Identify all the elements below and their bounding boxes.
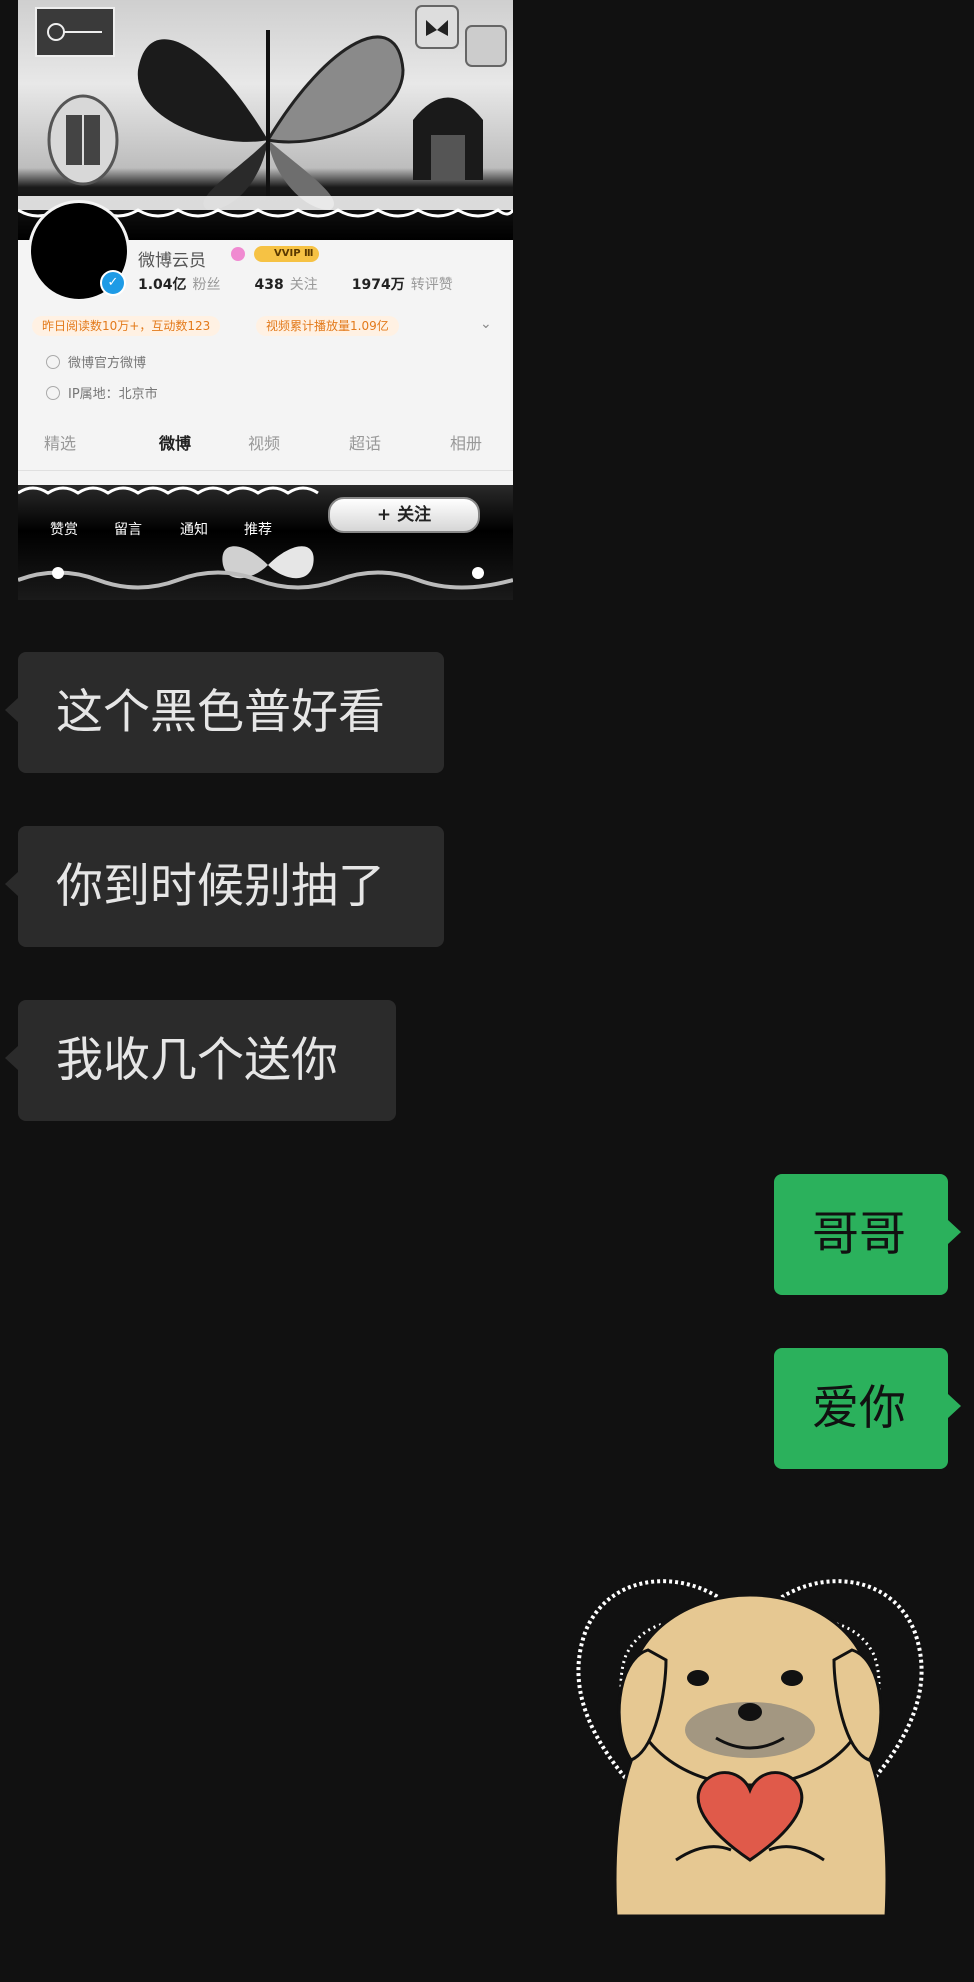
- following-count: 438: [254, 277, 284, 293]
- bubble-tail: [5, 698, 18, 722]
- profile-tabs: 精选 微博 视频 超话 相册: [18, 430, 513, 460]
- chevron-down-icon[interactable]: ⌄: [480, 316, 492, 332]
- message-bubble-incoming[interactable]: 你到时候别抽了: [18, 826, 444, 947]
- footer-tab-notice[interactable]: 通知: [180, 519, 208, 539]
- official-label: 微博官方微博: [68, 356, 147, 371]
- vip-badge: VVIP Ⅲ: [254, 246, 320, 262]
- message-bubble-incoming[interactable]: 这个黑色普好看: [18, 652, 444, 773]
- tabs-divider: [18, 470, 513, 471]
- bubble-tail: [948, 1220, 961, 1244]
- engagement-count: 1974万: [351, 277, 405, 293]
- membership-icon: [231, 247, 245, 261]
- tab-video[interactable]: 视频: [248, 430, 280, 454]
- footer-tab-tip[interactable]: 赞赏: [50, 519, 78, 539]
- profile-name: 微博云员: [138, 251, 206, 271]
- verified-icon: ✓: [100, 270, 126, 296]
- dog-holding-heart-icon[interactable]: [556, 1560, 944, 1920]
- official-account-row: 微博官方微博: [46, 352, 146, 371]
- bubble-tail: [5, 1046, 18, 1070]
- tab-featured[interactable]: 精选: [44, 430, 76, 454]
- bubble-tail: [948, 1394, 961, 1418]
- bubble-tail: [5, 872, 18, 896]
- followers-label: 粉丝: [192, 277, 221, 293]
- ip-location-row: IP属地：北京市: [46, 383, 158, 402]
- ip-location: IP属地：北京市: [68, 387, 158, 402]
- footer-tab-message[interactable]: 留言: [114, 519, 142, 539]
- video-plays-highlight: 视频累计播放量1.09亿: [256, 316, 399, 336]
- engagement-label: 转评赞: [410, 277, 453, 293]
- following-label: 关注: [289, 277, 318, 293]
- tab-album[interactable]: 相册: [450, 430, 482, 454]
- shared-screenshot-image[interactable]: ✓ 微博云员 VVIP Ⅲ 1.04亿 粉丝 438 关注 1974万 转评赞 昨日阅读数…: [18, 0, 513, 600]
- message-bubble-outgoing[interactable]: 爱你: [774, 1348, 948, 1469]
- shield-icon: [46, 355, 60, 369]
- reads-highlight: 昨日阅读数10万+，互动数123: [32, 316, 221, 336]
- message-bubble-outgoing[interactable]: 哥哥: [774, 1174, 948, 1295]
- followers-count: 1.04亿: [138, 277, 187, 293]
- location-icon: [46, 386, 60, 400]
- footer-tab-recommend[interactable]: 推荐: [244, 519, 272, 539]
- follow-button[interactable]: + 关注: [328, 497, 480, 533]
- message-bubble-incoming[interactable]: 我收几个送你: [18, 1000, 396, 1121]
- profile-stats: 1.04亿 粉丝 438 关注 1974万 转评赞: [138, 274, 487, 294]
- tab-weibo[interactable]: 微博: [159, 430, 191, 454]
- tab-supertopic[interactable]: 超话: [349, 430, 381, 454]
- profile-footer-decoration: 赞赏 留言 通知 推荐 + 关注: [18, 485, 513, 600]
